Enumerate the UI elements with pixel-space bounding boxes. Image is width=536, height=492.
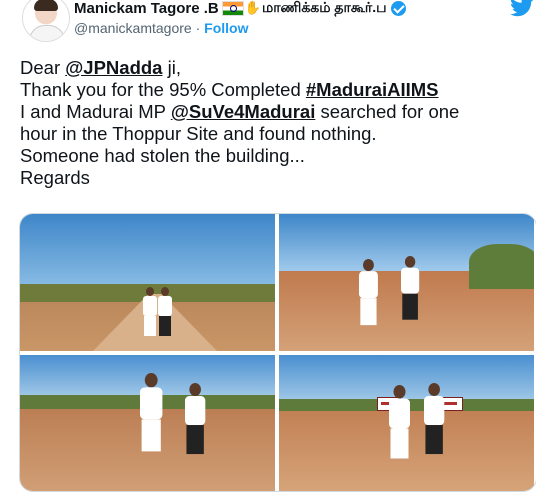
follow-button[interactable]: Follow	[204, 20, 248, 36]
media-grid	[19, 213, 536, 492]
mention-jpnadda[interactable]: @JPNadda	[65, 57, 162, 78]
twitter-bird-icon[interactable]	[510, 0, 534, 17]
author-display-name[interactable]: Manickam Tagore .B	[74, 0, 219, 17]
media-photo-4[interactable]	[279, 355, 534, 491]
tweet-line-5: Someone had stolen the building...	[20, 145, 305, 166]
handle-separator: ·	[195, 20, 201, 36]
hand-emoji-icon: ✋	[244, 0, 261, 15]
mention-suve4madurai[interactable]: @SuVe4Madurai	[171, 101, 316, 122]
author-tamil-name[interactable]: மாணிக்கம் தாகூர்.ப	[262, 0, 387, 18]
tweet-line-3: I and Madurai MP @SuVe4Madurai searched …	[20, 101, 460, 122]
tweet-line-2: Thank you for the 95% Completed #Madurai…	[20, 79, 439, 100]
hashtag-maduraiaiims[interactable]: #MaduraiAIIMS	[306, 79, 439, 100]
india-flag-icon	[221, 0, 244, 16]
tweet-header: Manickam Tagore .B ✋ மாணிக்கம் தாகூர்.ப …	[0, 0, 536, 46]
media-photo-1[interactable]	[20, 214, 275, 351]
media-photo-2[interactable]	[279, 214, 534, 351]
tweet-line-1: Dear @JPNadda ji,	[20, 57, 181, 78]
media-photo-3[interactable]	[20, 355, 275, 491]
author-handle[interactable]: @manickamtagore	[74, 20, 192, 36]
verified-badge-icon	[390, 0, 406, 16]
tweet-line-6: Regards	[20, 167, 90, 188]
author-name-row[interactable]: Manickam Tagore .B ✋ மாணிக்கம் தாகூர்.ப	[74, 0, 406, 18]
tweet-text: Dear @JPNadda ji, Thank you for the 95% …	[20, 57, 520, 189]
author-handle-row: @manickamtagore · Follow	[74, 20, 248, 36]
author-avatar[interactable]	[22, 0, 70, 42]
tweet-line-4: hour in the Thoppur Site and found nothi…	[20, 123, 377, 144]
